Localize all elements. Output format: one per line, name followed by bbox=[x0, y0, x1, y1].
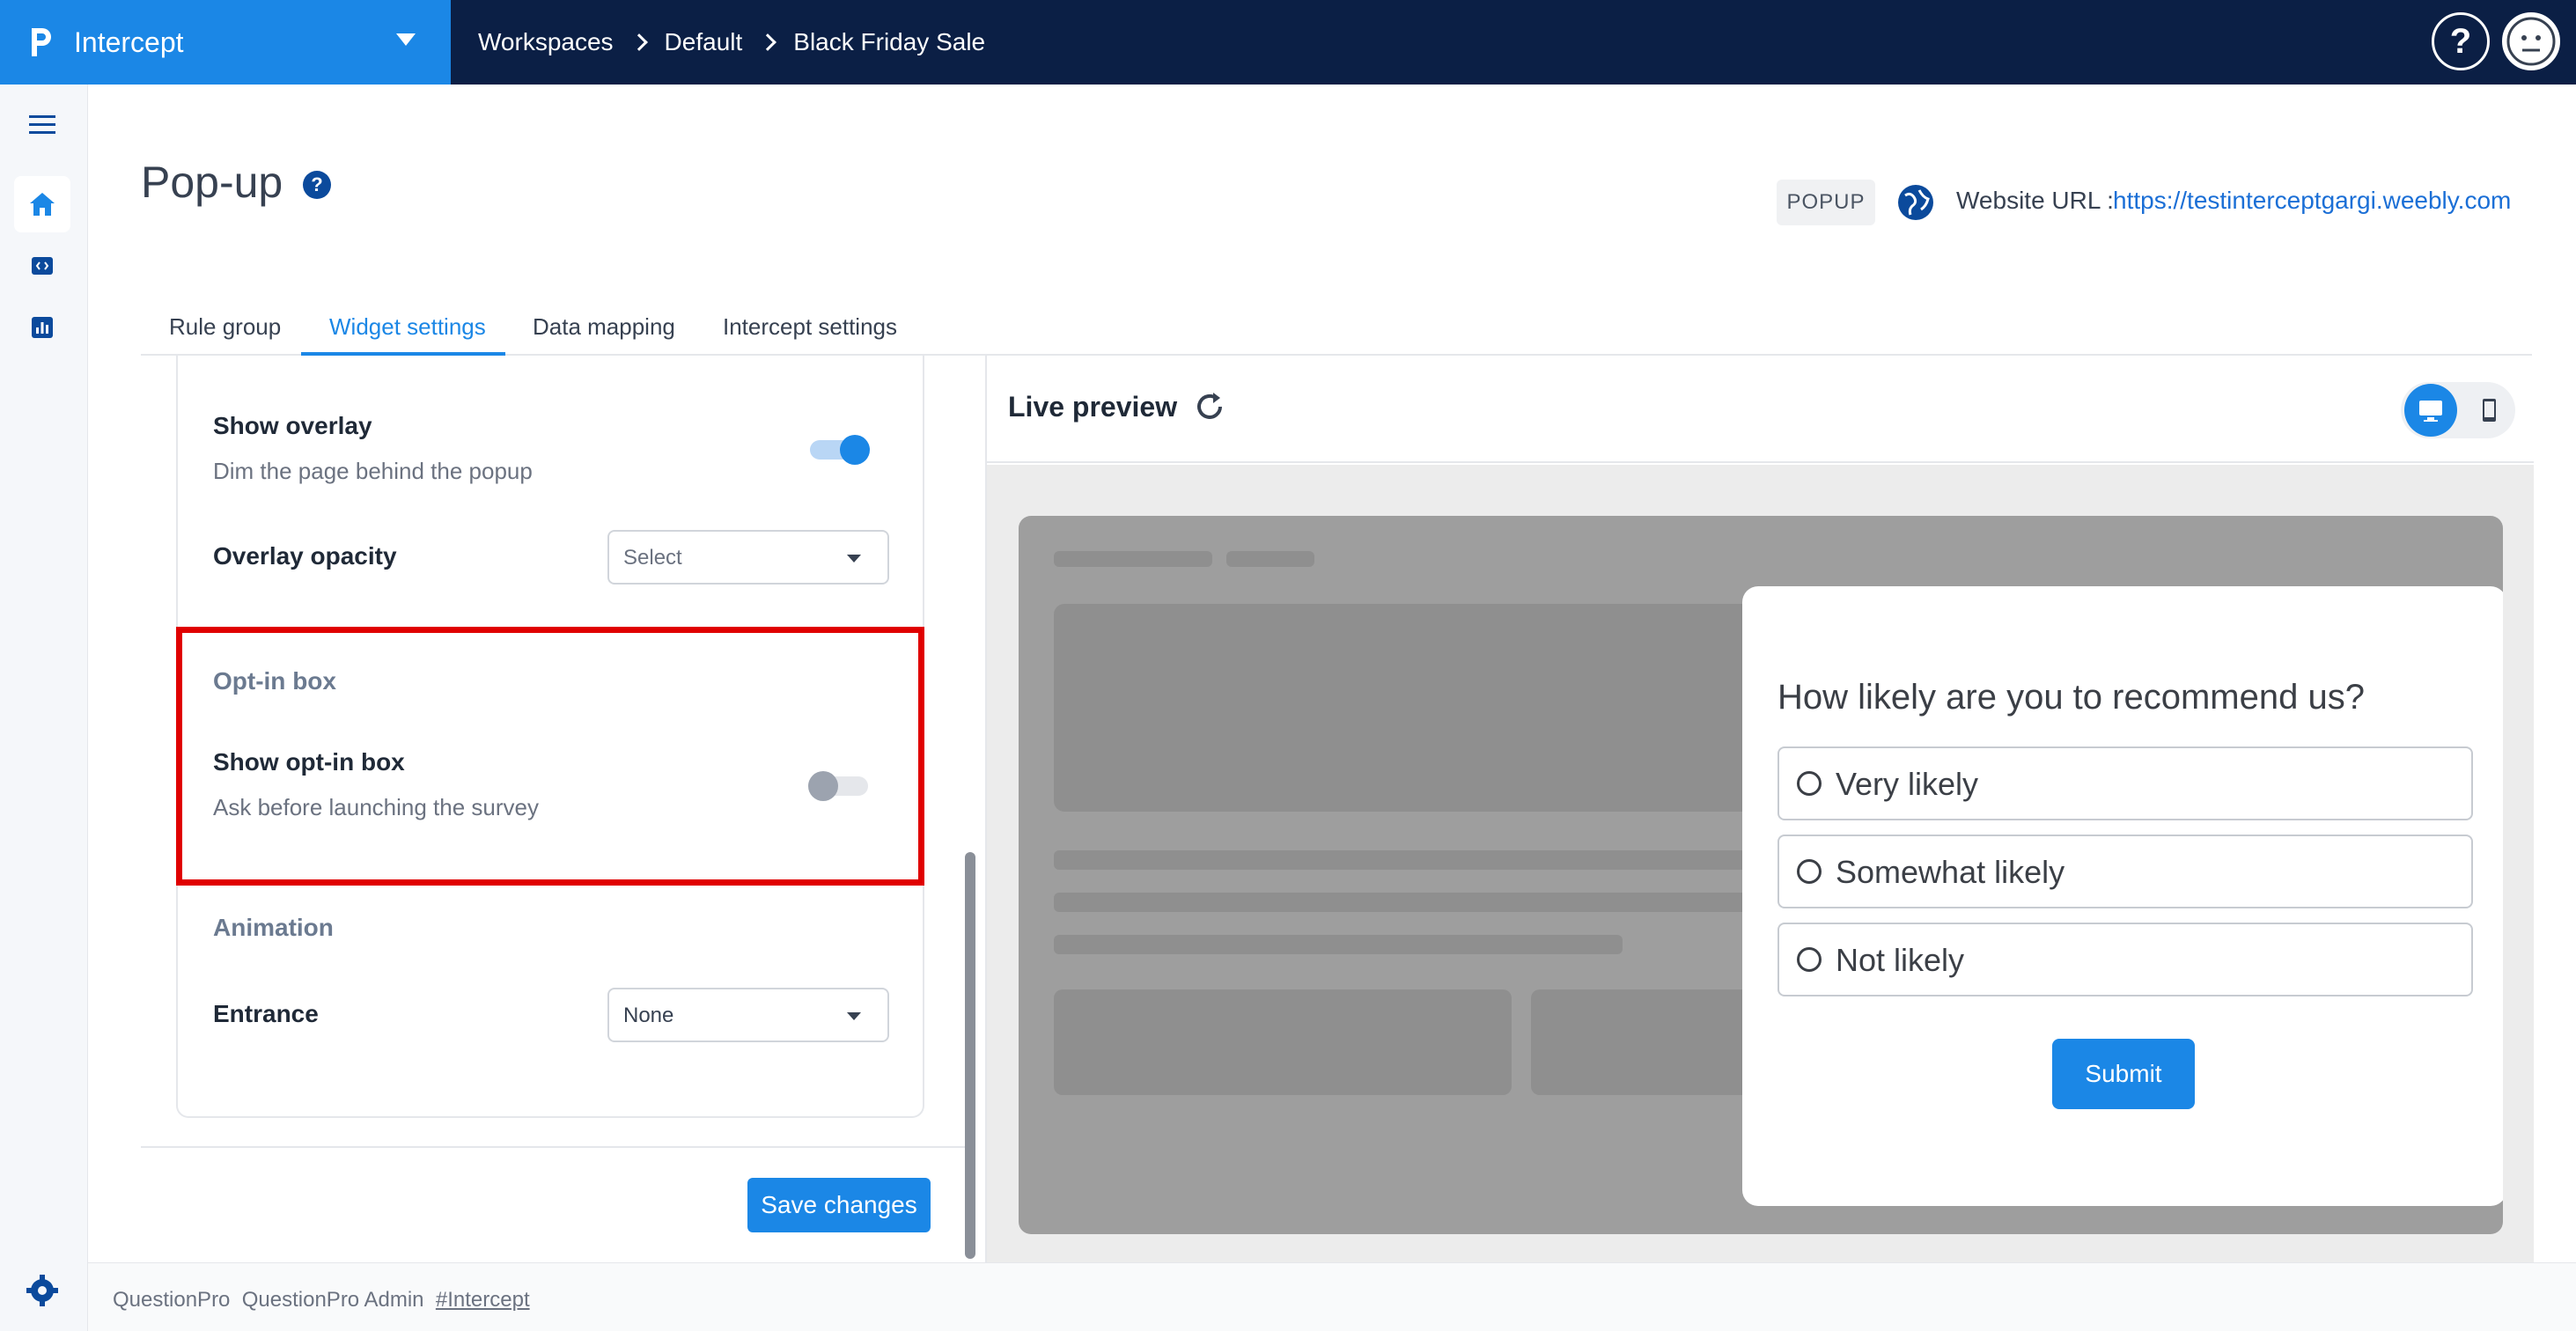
chevron-right-icon bbox=[759, 33, 777, 51]
mock-card bbox=[1054, 989, 1512, 1095]
app-footer: QuestionPro QuestionPro Admin #Intercept bbox=[88, 1262, 2576, 1331]
save-changes-button[interactable]: Save changes bbox=[747, 1178, 931, 1232]
home-icon[interactable] bbox=[14, 176, 70, 232]
radio-icon bbox=[1797, 771, 1822, 796]
show-overlay-title: Show overlay bbox=[213, 412, 372, 439]
mock-placeholder bbox=[1054, 551, 1212, 567]
website-url-label: Website URL : bbox=[1956, 187, 2114, 214]
tab-rule-group[interactable]: Rule group bbox=[169, 313, 281, 341]
survey-option[interactable]: Somewhat likely bbox=[1777, 835, 2473, 908]
entrance-value: None bbox=[623, 1004, 674, 1027]
page-title: Pop-up bbox=[141, 158, 283, 207]
gear-icon[interactable] bbox=[25, 1273, 60, 1308]
globe-icon bbox=[1896, 183, 1935, 222]
type-badge: POPUP bbox=[1777, 180, 1875, 225]
desktop-icon[interactable] bbox=[2404, 384, 2457, 437]
mock-placeholder bbox=[1226, 551, 1314, 567]
show-overlay-toggle[interactable] bbox=[810, 435, 870, 465]
highlight-annotation bbox=[176, 627, 924, 886]
survey-popup: How likely are you to recommend us? Very… bbox=[1742, 586, 2503, 1206]
refresh-icon[interactable] bbox=[1192, 389, 1227, 424]
entrance-select[interactable]: None bbox=[607, 988, 889, 1042]
tab-bar: Rule group Widget settings Data mapping … bbox=[141, 306, 2532, 356]
chevron-down-icon bbox=[396, 33, 416, 46]
breadcrumb: Workspaces Default Black Friday Sale bbox=[478, 0, 985, 85]
radio-icon bbox=[1797, 859, 1822, 884]
chart-icon[interactable] bbox=[14, 299, 70, 356]
live-preview-title: Live preview bbox=[1008, 391, 1178, 423]
mock-line bbox=[1054, 935, 1623, 954]
show-overlay-subtitle: Dim the page behind the popup bbox=[213, 458, 533, 484]
tab-widget-settings[interactable]: Widget settings bbox=[329, 313, 486, 341]
overlay-opacity-title: Overlay opacity bbox=[213, 542, 397, 570]
top-bar: Intercept Workspaces Default Black Frida… bbox=[0, 0, 2576, 85]
survey-question: How likely are you to recommend us? bbox=[1777, 678, 2365, 717]
radio-icon bbox=[1797, 947, 1822, 972]
avatar-icon[interactable] bbox=[2502, 12, 2560, 70]
panel-divider bbox=[141, 1146, 965, 1148]
survey-option-label: Not likely bbox=[1836, 942, 1965, 978]
overlay-opacity-value: Select bbox=[623, 546, 682, 570]
preview-stage: How likely are you to recommend us? Very… bbox=[987, 465, 2534, 1264]
footer-text: QuestionPro QuestionPro Admin #Intercept bbox=[113, 1288, 530, 1313]
mobile-icon[interactable] bbox=[2462, 384, 2515, 437]
settings-scrollbar-thumb[interactable] bbox=[965, 852, 975, 1259]
tab-data-mapping[interactable]: Data mapping bbox=[533, 313, 675, 341]
left-rail bbox=[0, 85, 88, 1331]
breadcrumb-default[interactable]: Default bbox=[665, 28, 743, 56]
live-preview-panel: Live preview How likely are you to recom… bbox=[985, 356, 2534, 1264]
footer-tag-link[interactable]: #Intercept bbox=[436, 1288, 530, 1312]
footer-user: QuestionPro Admin bbox=[241, 1288, 424, 1312]
code-icon[interactable] bbox=[14, 238, 70, 294]
app-name: Intercept bbox=[74, 26, 184, 58]
website-url-link[interactable]: https://testinterceptgargi.weebly.com bbox=[2113, 187, 2511, 215]
caret-down-icon bbox=[847, 555, 861, 563]
mock-website: How likely are you to recommend us? Very… bbox=[1019, 516, 2503, 1234]
survey-submit-button[interactable]: Submit bbox=[2052, 1039, 2195, 1109]
survey-option-label: Somewhat likely bbox=[1836, 854, 2065, 890]
menu-icon[interactable] bbox=[14, 97, 70, 153]
live-preview-header: Live preview bbox=[987, 356, 2534, 463]
device-toggle bbox=[2401, 382, 2515, 438]
animation-section-heading: Animation bbox=[213, 914, 334, 941]
caret-down-icon bbox=[847, 1012, 861, 1020]
survey-option-label: Very likely bbox=[1836, 766, 1979, 802]
help-icon[interactable]: ? bbox=[303, 171, 331, 199]
footer-org: QuestionPro bbox=[113, 1288, 231, 1312]
overlay-opacity-select[interactable]: Select bbox=[607, 530, 889, 585]
help-icon[interactable]: ? bbox=[2432, 12, 2490, 70]
tab-intercept-settings[interactable]: Intercept settings bbox=[723, 313, 897, 341]
survey-option[interactable]: Very likely bbox=[1777, 746, 2473, 820]
survey-option[interactable]: Not likely bbox=[1777, 923, 2473, 996]
toggle-knob bbox=[840, 435, 870, 465]
entrance-title: Entrance bbox=[213, 1000, 319, 1027]
breadcrumb-current: Black Friday Sale bbox=[793, 28, 986, 55]
logo-icon bbox=[28, 25, 53, 60]
app-switcher[interactable]: Intercept bbox=[0, 0, 451, 85]
chevron-right-icon bbox=[629, 33, 648, 51]
breadcrumb-workspaces[interactable]: Workspaces bbox=[478, 28, 614, 56]
